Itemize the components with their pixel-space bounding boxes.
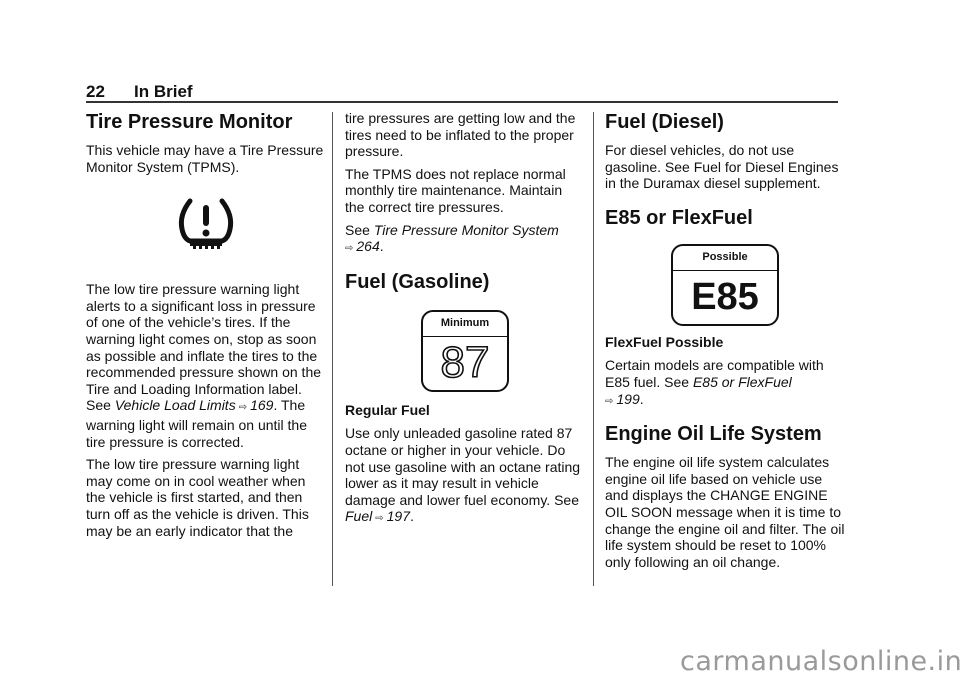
paragraph: Use only unleaded gasoline rated 87 octa…: [345, 425, 581, 525]
paragraph: The TPMS does not replace normal monthly…: [345, 165, 566, 215]
figure-caption: Regular Fuel: [345, 401, 430, 418]
page-reference[interactable]: 264: [356, 238, 379, 254]
column-1: Tire Pressure Monitor This vehicle may h…: [86, 106, 326, 545]
cross-reference-link[interactable]: Vehicle Load Limits: [115, 397, 236, 413]
section-heading: Fuel (Gasoline): [345, 270, 490, 293]
e85-possible-badge: Possible E85: [671, 243, 779, 326]
page-reference[interactable]: 199: [616, 391, 639, 407]
page-number: 22: [86, 82, 105, 101]
paragraph: Certain models are compatible with E85 f…: [605, 357, 824, 407]
badge-value: 87: [440, 337, 491, 387]
badge-label: Possible: [673, 246, 777, 271]
paragraph: The low tire pressure warning light aler…: [86, 281, 322, 450]
badge-label: Minimum: [423, 312, 507, 337]
cross-reference-link[interactable]: E85 or FlexFuel: [693, 374, 792, 390]
watermark: carmanualsonline.info: [680, 646, 960, 677]
paragraph: For diesel vehicles, do not use gasoline…: [605, 142, 839, 192]
paragraph: This vehicle may have a Tire Pressure Mo…: [86, 142, 324, 175]
paragraph: The engine oil life system calculates en…: [605, 454, 845, 570]
section-heading: Fuel (Diesel): [605, 111, 724, 133]
page-reference[interactable]: 197: [387, 508, 410, 524]
xref-arrow-icon: ⇨: [605, 395, 614, 407]
section-heading: Engine Oil Life System: [605, 423, 822, 446]
column-divider: [593, 112, 594, 586]
xref-arrow-icon: ⇨: [345, 243, 354, 255]
column-divider: [332, 112, 333, 586]
column-2: tire pressures are getting low and the t…: [345, 110, 585, 534]
xref-arrow-icon: ⇨: [375, 513, 384, 525]
page-reference[interactable]: 169: [250, 397, 273, 413]
section-heading: E85 or FlexFuel: [605, 206, 753, 229]
paragraph: The low tire pressure warning light may …: [86, 456, 309, 539]
section-heading: Tire Pressure Monitor: [86, 111, 293, 133]
figure-caption: FlexFuel Possible: [605, 333, 724, 350]
paragraph: tire pressures are getting low and the t…: [345, 110, 576, 160]
paragraph: See Tire Pressure Monitor System ⇨ 264.: [345, 221, 559, 255]
badge-value: E85: [691, 275, 759, 318]
header-rule: [86, 101, 838, 103]
cross-reference-link[interactable]: Fuel: [345, 508, 372, 524]
section-title: In Brief: [134, 82, 193, 101]
tire-pressure-warning-icon: [86, 197, 326, 251]
column-3: Fuel (Diesel) For diesel vehicles, do no…: [605, 106, 845, 576]
cross-reference-link[interactable]: Tire Pressure Monitor System: [374, 222, 559, 238]
octane-minimum-badge: Minimum 87: [421, 309, 509, 392]
page-header: 22 In Brief: [86, 82, 193, 102]
xref-arrow-icon: ⇨: [238, 402, 248, 414]
